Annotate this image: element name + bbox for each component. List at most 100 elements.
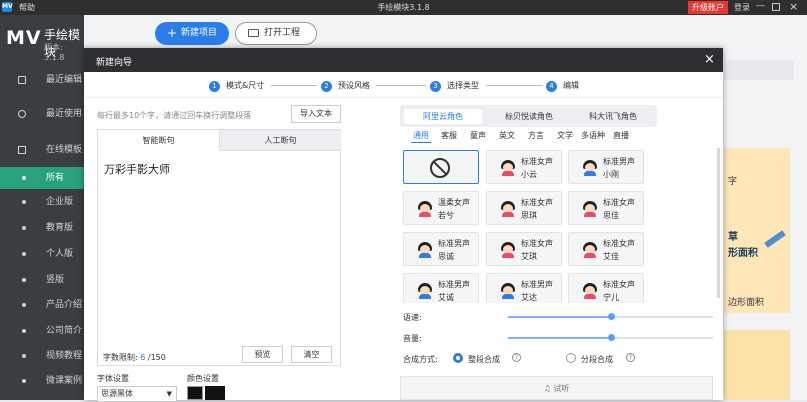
- volume-slider-handle[interactable]: [607, 334, 615, 341]
- voice-grid-scrollbar[interactable]: [717, 148, 720, 298]
- voice-card[interactable]: 标准男声 小刚: [568, 150, 644, 184]
- help-icon[interactable]: ?: [512, 353, 521, 362]
- sidebar-item-enterprise[interactable]: 企业版: [0, 191, 84, 213]
- step-edit: 4 编辑: [546, 80, 579, 92]
- template-card-thumbnail[interactable]: 字 草 形面积: [724, 148, 790, 313]
- tab-manual-sentence[interactable]: 人工断句: [219, 130, 341, 151]
- sidebar-item-education[interactable]: 教育版: [0, 217, 84, 239]
- voice-type: 标准男声: [438, 280, 470, 289]
- sidebar-item-recent-used[interactable]: 最近使用: [0, 103, 84, 125]
- segment-synthesis-label: 分段合成: [581, 355, 613, 364]
- speed-slider-handle[interactable]: [607, 313, 615, 320]
- voice-card[interactable]: 标准女声 思琪: [486, 191, 562, 225]
- radio-whole-synthesis[interactable]: [453, 353, 463, 363]
- sidebar-item-recent-edit[interactable]: 最近编辑: [0, 69, 84, 91]
- category-literature[interactable]: 文学: [557, 130, 573, 141]
- template-icon: [18, 146, 26, 154]
- voice-card[interactable]: 标准男声 思诚: [403, 232, 479, 266]
- close-window-icon[interactable]: ×: [789, 0, 798, 13]
- category-multilingual[interactable]: 多语种: [581, 130, 605, 141]
- window-titlebar: MV 帮助 手绘模块3.1.8 升级账户 登录 — ×: [0, 0, 807, 15]
- tab-iflytek-voice[interactable]: 科大讯飞角色: [574, 109, 652, 124]
- preview-button[interactable]: 预览: [242, 346, 283, 363]
- volume-slider-fill: [508, 337, 611, 339]
- voice-name: 艾诚: [438, 293, 454, 302]
- sidebar-item-video-tutorial[interactable]: 视频教程: [0, 345, 84, 367]
- tab-biaobei-voice[interactable]: 标贝悦读角色: [490, 109, 568, 124]
- sidebar-item-company-intro[interactable]: 公司简介: [0, 320, 84, 342]
- bullet-icon: [22, 200, 26, 204]
- female-avatar-icon: [583, 201, 597, 217]
- char-count-label: 字数限制:: [103, 353, 141, 362]
- color-swatch[interactable]: [187, 386, 203, 400]
- bullet-icon: [22, 303, 26, 307]
- voice-name: 思诚: [438, 252, 454, 261]
- female-avatar-icon: [583, 283, 597, 299]
- voice-type: 标准男声: [521, 280, 553, 289]
- ban-icon: [430, 158, 450, 178]
- whole-synthesis-label: 整段合成: [468, 355, 500, 364]
- bullet-icon: [22, 252, 26, 256]
- sidebar-item-label: 产品介绍: [46, 300, 83, 310]
- sidebar-item-label: 公司简介: [46, 326, 83, 336]
- sidebar-item-personal[interactable]: 个人版: [0, 243, 84, 265]
- category-dialect[interactable]: 方言: [528, 130, 544, 141]
- voice-card-none[interactable]: [403, 150, 479, 184]
- sidebar-item-all[interactable]: 所有: [0, 167, 84, 189]
- sidebar-item-vertical[interactable]: 竖版: [0, 269, 84, 291]
- voice-card[interactable]: 温柔女声 若兮: [403, 191, 479, 225]
- login-button[interactable]: 登录: [734, 2, 750, 13]
- voice-card[interactable]: 标准女声 艾佳: [568, 232, 644, 266]
- headphone-icon: ♫: [543, 384, 551, 393]
- voice-card[interactable]: 标准女声 思佳: [568, 191, 644, 225]
- voice-card[interactable]: 标准女声 宁儿: [568, 273, 644, 303]
- step-number: 4: [546, 81, 557, 92]
- help-icon[interactable]: ?: [626, 353, 635, 362]
- voice-card[interactable]: 标准男声 艾诚: [403, 273, 479, 303]
- card-title: 草: [728, 232, 738, 243]
- text-input[interactable]: 万彩手影大师: [104, 161, 170, 177]
- category-english[interactable]: 英文: [499, 130, 515, 141]
- voice-card[interactable]: 标准女声 艾琪: [486, 232, 562, 266]
- category-child[interactable]: 童声: [470, 130, 486, 141]
- brand-logo: MV: [6, 27, 42, 49]
- version-label: 版本: 3.1.8: [44, 43, 65, 62]
- clock-icon: [18, 110, 26, 118]
- sidebar-item-label: 企业版: [46, 197, 74, 207]
- step-label: 选择类型: [447, 81, 479, 90]
- category-service[interactable]: 客服: [441, 130, 457, 141]
- tab-smart-sentence[interactable]: 智能断句: [98, 130, 219, 151]
- listen-button[interactable]: ♫ 试听: [400, 376, 713, 400]
- new-project-label: 新建项目: [181, 28, 218, 38]
- close-icon[interactable]: ×: [704, 52, 715, 67]
- step-connector: [271, 85, 317, 86]
- sidebar-item-product-intro[interactable]: 产品介绍: [0, 294, 84, 316]
- category-live[interactable]: 直播: [613, 130, 629, 141]
- new-project-button[interactable]: + 新建项目: [155, 22, 229, 45]
- tab-aliyun-voice[interactable]: 阿里云角色: [404, 109, 482, 124]
- sidebar-item-label: 教育版: [46, 223, 74, 233]
- clear-button[interactable]: 清空: [291, 346, 332, 363]
- import-text-button[interactable]: 导入文本: [291, 105, 341, 123]
- open-project-label: 打开工程: [264, 28, 301, 38]
- color-picker[interactable]: [205, 386, 225, 400]
- speed-slider[interactable]: [508, 313, 713, 320]
- folder-icon: [248, 29, 259, 37]
- maximize-icon[interactable]: [772, 3, 780, 11]
- step-label: 预设风格: [338, 81, 370, 90]
- template-card-bottom[interactable]: [724, 330, 790, 400]
- radio-segment-synthesis[interactable]: [566, 353, 576, 363]
- sidebar-item-online-templates[interactable]: 在线模板: [0, 139, 84, 161]
- template-card-top[interactable]: [724, 60, 794, 80]
- category-general[interactable]: 通用: [411, 130, 431, 143]
- sidebar-item-microlecture[interactable]: 微课案例: [0, 370, 84, 392]
- male-avatar-icon: [501, 283, 515, 299]
- minimize-icon[interactable]: —: [756, 1, 765, 11]
- open-project-button[interactable]: 打开工程: [235, 22, 317, 45]
- dialog-title: 新建向导: [96, 58, 133, 68]
- volume-slider[interactable]: [508, 334, 713, 341]
- upgrade-account-button[interactable]: 升级账户: [688, 1, 728, 14]
- voice-card[interactable]: 标准女声 小云: [486, 150, 562, 184]
- wizard-steps: 1 模式&尺寸 2 预设风格 3 选择类型 4 编辑: [84, 72, 723, 98]
- voice-card[interactable]: 标准男声 艾达: [486, 273, 562, 303]
